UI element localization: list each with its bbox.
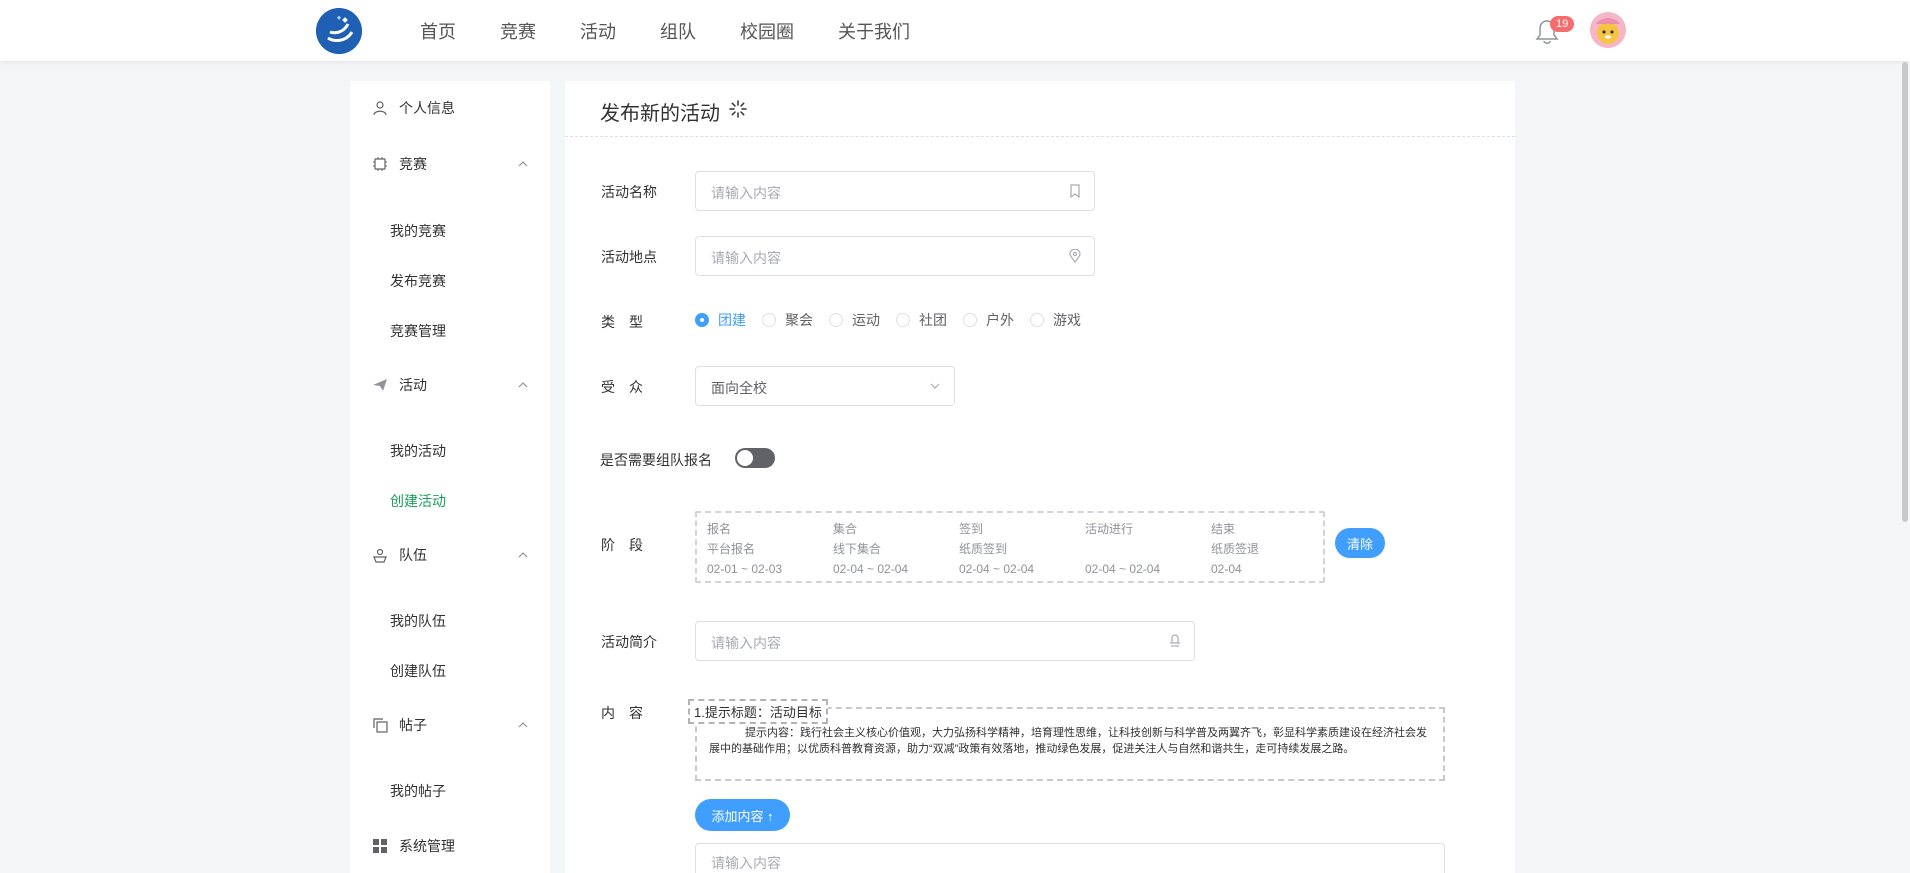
chevron-up-icon <box>518 722 528 728</box>
sidebar-item-publish-competition[interactable]: 发布竞赛 <box>390 269 446 293</box>
activity-name-input[interactable]: 请输入内容 <box>695 171 1095 211</box>
bookmark-icon <box>1070 184 1080 198</box>
sidebar-group-activity[interactable]: 活动 <box>350 370 550 400</box>
activity-place-label: 活动地点 <box>601 249 657 265</box>
sidebar-item-label: 个人信息 <box>399 100 455 116</box>
nav-home[interactable]: 首页 <box>420 18 456 44</box>
user-icon <box>373 101 387 116</box>
audience-select[interactable]: 面向全校 <box>695 366 955 406</box>
sidebar-item-create-activity[interactable]: 创建活动 <box>390 489 446 513</box>
sidebar-group-label: 帖子 <box>399 717 427 733</box>
radio-team-building[interactable]: 团建 <box>695 310 746 330</box>
sidebar-group-label: 活动 <box>399 377 427 393</box>
site-logo[interactable] <box>316 8 362 54</box>
radio-party[interactable]: 聚会 <box>762 310 813 330</box>
user-avatar[interactable] <box>1590 12 1626 48</box>
stage-item: 报名 平台报名 02-01 ~ 02-03 <box>707 522 783 576</box>
content-title-tag[interactable]: 1.提示标题：活动目标 <box>688 699 828 724</box>
add-content-button[interactable]: 添加内容 ↑ <box>695 799 790 831</box>
radio-outdoor[interactable]: 户外 <box>963 310 1014 330</box>
input-placeholder: 请输入内容 <box>711 855 781 871</box>
team-signup-label: 是否需要组队报名 <box>600 452 712 468</box>
sidebar-item-create-team[interactable]: 创建队伍 <box>390 659 446 683</box>
activity-name-label: 活动名称 <box>601 184 657 200</box>
grid-icon <box>373 839 387 853</box>
sidebar-item-profile[interactable]: 个人信息 <box>350 93 550 123</box>
sidebar-item-competition-manage[interactable]: 竞赛管理 <box>390 319 446 343</box>
chip-icon <box>373 157 387 171</box>
chevron-down-icon <box>930 383 940 389</box>
sidebar: 个人信息 竞赛 我的竞赛 发布竞赛 竞赛管理 活动 我的活动 创建活动 队伍 我… <box>350 81 550 873</box>
sidebar-group-competition[interactable]: 竞赛 <box>350 149 550 179</box>
sidebar-group-label: 竞赛 <box>399 156 427 172</box>
page-scrollbar[interactable] <box>1902 62 1908 522</box>
content-label: 内 容 <box>601 705 643 721</box>
activity-place-input[interactable]: 请输入内容 <box>695 236 1095 276</box>
intro-input[interactable]: 请输入内容 <box>695 621 1195 661</box>
nav-about-us[interactable]: 关于我们 <box>838 18 910 44</box>
nav-team[interactable]: 组队 <box>660 18 696 44</box>
sidebar-group-post[interactable]: 帖子 <box>350 710 550 740</box>
activity-form-card: 发布新的活动 活动名称 请输入内容 活动地点 请输入内容 类 型 团建 聚会 运… <box>565 81 1515 873</box>
radio-club[interactable]: 社团 <box>896 310 947 330</box>
sidebar-group-team[interactable]: 队伍 <box>350 540 550 570</box>
stage-item: 签到 纸质签到 02-04 ~ 02-04 <box>959 522 1035 576</box>
nav-activity[interactable]: 活动 <box>580 18 616 44</box>
sidebar-item-label: 系统管理 <box>399 838 455 854</box>
content-input[interactable]: 请输入内容 <box>695 843 1445 873</box>
intro-label: 活动简介 <box>601 634 657 650</box>
radio-game[interactable]: 游戏 <box>1030 310 1081 330</box>
input-placeholder: 请输入内容 <box>711 250 781 266</box>
sidebar-item-my-competition[interactable]: 我的竞赛 <box>390 219 446 243</box>
select-value: 面向全校 <box>711 380 767 396</box>
form-header: 发布新的活动 <box>565 81 1515 137</box>
loading-icon <box>729 100 747 118</box>
sidebar-item-my-team[interactable]: 我的队伍 <box>390 609 446 633</box>
nav-campus-circle[interactable]: 校园圈 <box>740 18 794 44</box>
team-signup-switch[interactable] <box>735 448 775 468</box>
paper-plane-icon <box>373 379 387 391</box>
main-nav: 首页 竞赛 活动 组队 校园圈 关于我们 <box>420 0 954 61</box>
stage-item: 集合 线下集合 02-04 ~ 02-04 <box>833 522 909 576</box>
stage-item: 活动进行 02-04 ~ 02-04 <box>1085 522 1161 576</box>
copy-icon <box>373 718 388 733</box>
radio-sport[interactable]: 运动 <box>829 310 880 330</box>
sidebar-group-label: 队伍 <box>399 547 427 563</box>
clear-button[interactable]: 清除 <box>1335 528 1385 558</box>
stage-label: 阶 段 <box>601 537 643 553</box>
sidebar-item-my-activity[interactable]: 我的活动 <box>390 439 446 463</box>
page-title: 发布新的活动 <box>600 103 720 125</box>
input-placeholder: 请输入内容 <box>711 635 781 651</box>
type-radio-group: 团建 聚会 运动 社团 户外 游戏 <box>695 310 1097 330</box>
top-navbar: 首页 竞赛 活动 组队 校园圈 关于我们 19 <box>0 0 1910 61</box>
hat-icon <box>1170 634 1180 647</box>
chevron-up-icon <box>518 382 528 388</box>
chevron-up-icon <box>518 552 528 558</box>
input-placeholder: 请输入内容 <box>711 185 781 201</box>
location-icon <box>1069 249 1081 263</box>
notification-badge: 19 <box>1550 16 1575 32</box>
audience-label: 受 众 <box>601 379 643 395</box>
stage-item: 结束 纸质签退 02-04 <box>1211 522 1260 576</box>
type-label: 类 型 <box>601 314 643 330</box>
team-icon <box>373 548 387 563</box>
nav-competition[interactable]: 竞赛 <box>500 18 536 44</box>
sidebar-item-system[interactable]: 系统管理 <box>350 831 550 861</box>
stage-timeline[interactable]: 报名 平台报名 02-01 ~ 02-03 集合 线下集合 02-04 ~ 02… <box>695 511 1325 583</box>
chevron-up-icon <box>518 161 528 167</box>
sidebar-item-my-post[interactable]: 我的帖子 <box>390 779 446 803</box>
